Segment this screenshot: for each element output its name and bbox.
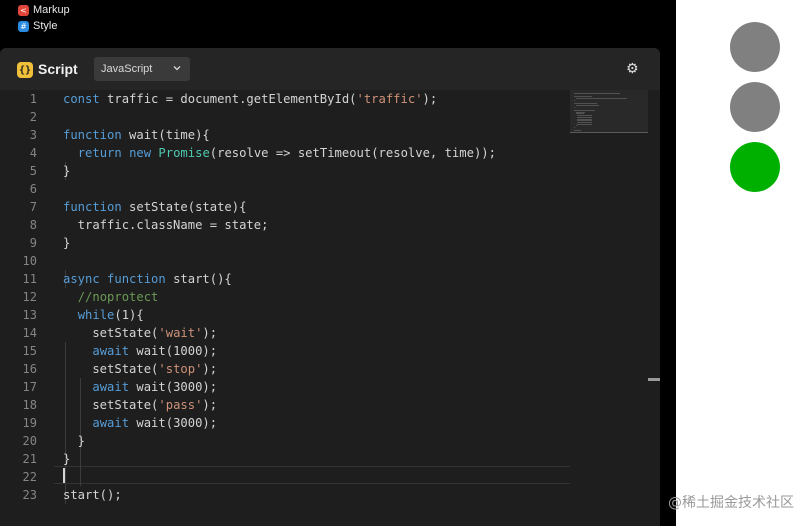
minimap[interactable] <box>570 90 648 526</box>
line-number: 13 <box>22 308 37 322</box>
code-line[interactable]: 22 <box>0 468 570 486</box>
gear-icon[interactable]: ⚙ <box>626 62 640 76</box>
code-line[interactable]: 16 setState('stop'); <box>0 360 570 378</box>
minimap-line <box>574 93 620 94</box>
code-text: } <box>63 164 71 178</box>
code-text: return new Promise(resolve => setTimeout… <box>77 146 496 160</box>
language-value: JavaScript <box>101 63 153 75</box>
code-line[interactable]: 14 setState('wait'); <box>0 324 570 342</box>
tab-markup-label: Markup <box>33 4 70 16</box>
minimap-line <box>574 130 582 132</box>
script-icon: {} <box>17 62 33 78</box>
line-number: 6 <box>29 182 37 196</box>
code-text: start(); <box>63 488 122 502</box>
code-line[interactable]: 15 await wait(1000); <box>0 342 570 360</box>
line-number: 14 <box>22 326 37 340</box>
line-number: 9 <box>29 236 37 250</box>
line-number: 8 <box>29 218 37 232</box>
code-text: setState('wait'); <box>63 326 218 340</box>
code-text: async function start(){ <box>63 272 232 286</box>
line-number: 22 <box>22 470 37 484</box>
code-line[interactable]: 13 while(1){ <box>0 306 570 324</box>
code-text: setState('pass'); <box>63 398 218 412</box>
code-line[interactable]: 20 } <box>0 432 570 450</box>
code-line[interactable]: 7 function setState(state){ <box>0 198 570 216</box>
line-number: 10 <box>22 254 37 268</box>
code-line[interactable]: 18 setState('pass'); <box>0 396 570 414</box>
code-text: //noprotect <box>77 290 159 304</box>
code-text: await wait(1000); <box>92 344 218 358</box>
code-text: await wait(3000); <box>92 416 218 430</box>
code-text: } <box>63 236 71 250</box>
code-text: } <box>63 452 71 466</box>
minimap-line <box>574 127 575 128</box>
tab-style-label: Style <box>33 20 58 32</box>
code-line[interactable]: 10 <box>0 252 570 270</box>
line-number: 18 <box>22 398 37 412</box>
code-line[interactable]: 5} <box>0 162 570 180</box>
tab-style[interactable]: # Style <box>18 19 57 33</box>
code-text: } <box>63 434 86 448</box>
line-number: 16 <box>22 362 37 376</box>
line-number: 4 <box>29 146 37 160</box>
line-number: 3 <box>29 128 37 142</box>
code-text: setState('stop'); <box>63 362 218 376</box>
line-number: 17 <box>22 380 37 394</box>
code-text: traffic.className = state; <box>63 218 269 232</box>
code-text: function wait(time){ <box>63 128 210 142</box>
line-number: 1 <box>29 92 37 106</box>
code-line[interactable]: 4 return new Promise(resolve => setTimeo… <box>0 144 570 162</box>
minimap-line <box>575 104 599 106</box>
code-line[interactable]: 21} <box>0 450 570 468</box>
minimap-line <box>574 99 575 101</box>
minimap-line <box>575 125 577 127</box>
code-line[interactable]: 1 const traffic = document.getElementById… <box>0 90 570 108</box>
script-editor-panel: {} Script JavaScript ⚙ 1 const traffic = … <box>0 48 660 526</box>
line-number: 19 <box>22 416 37 430</box>
light-top <box>730 22 780 72</box>
preview-pane <box>676 0 810 526</box>
light-middle <box>730 82 780 132</box>
code-text: function setState(state){ <box>63 200 247 214</box>
code-line[interactable]: 12 //noprotect <box>0 288 570 306</box>
css-icon: # <box>18 20 29 32</box>
line-number: 11 <box>22 272 37 286</box>
code-line[interactable]: 9} <box>0 234 570 252</box>
code-line[interactable]: 17 await wait(3000); <box>0 378 570 396</box>
code-line[interactable]: 11 async function start(){ <box>0 270 570 288</box>
line-number: 7 <box>29 200 37 214</box>
line-number: 23 <box>22 488 37 502</box>
minimap-line <box>574 106 575 108</box>
line-number: 21 <box>22 452 37 466</box>
chevron-down-icon <box>173 66 181 71</box>
tab-markup[interactable]: < Markup <box>18 3 70 17</box>
line-number: 15 <box>22 344 37 358</box>
code-editor[interactable]: 1 const traffic = document.getElementById… <box>0 90 660 526</box>
minimap-line <box>575 98 627 100</box>
scrollbar-thumb[interactable] <box>648 378 660 381</box>
code-text: await wait(3000); <box>92 380 218 394</box>
code-line[interactable]: 2 <box>0 108 570 126</box>
line-number: 20 <box>22 434 37 448</box>
line-number: 2 <box>29 110 37 124</box>
html-icon: < <box>18 4 29 16</box>
editor-header: {} Script JavaScript ⚙ <box>0 48 660 90</box>
code-line[interactable]: 23 start(); <box>0 486 570 504</box>
vertical-scrollbar[interactable] <box>648 90 660 526</box>
code-line[interactable]: 6 <box>0 180 570 198</box>
language-select[interactable]: JavaScript <box>94 57 190 81</box>
minimap-line <box>577 123 593 125</box>
code-line[interactable]: 3 function wait(time){ <box>0 126 570 144</box>
line-number: 12 <box>22 290 37 304</box>
line-number: 5 <box>29 164 37 178</box>
code-line[interactable]: 19 await wait(3000); <box>0 414 570 432</box>
editor-title: Script <box>38 61 78 77</box>
light-bottom <box>730 142 780 192</box>
code-line[interactable]: 8 traffic.className = state; <box>0 216 570 234</box>
code-text: const traffic = document.getElementById(… <box>63 92 438 106</box>
watermark: @稀土掘金技术社区 <box>668 495 794 511</box>
code-text: while(1){ <box>77 308 144 322</box>
